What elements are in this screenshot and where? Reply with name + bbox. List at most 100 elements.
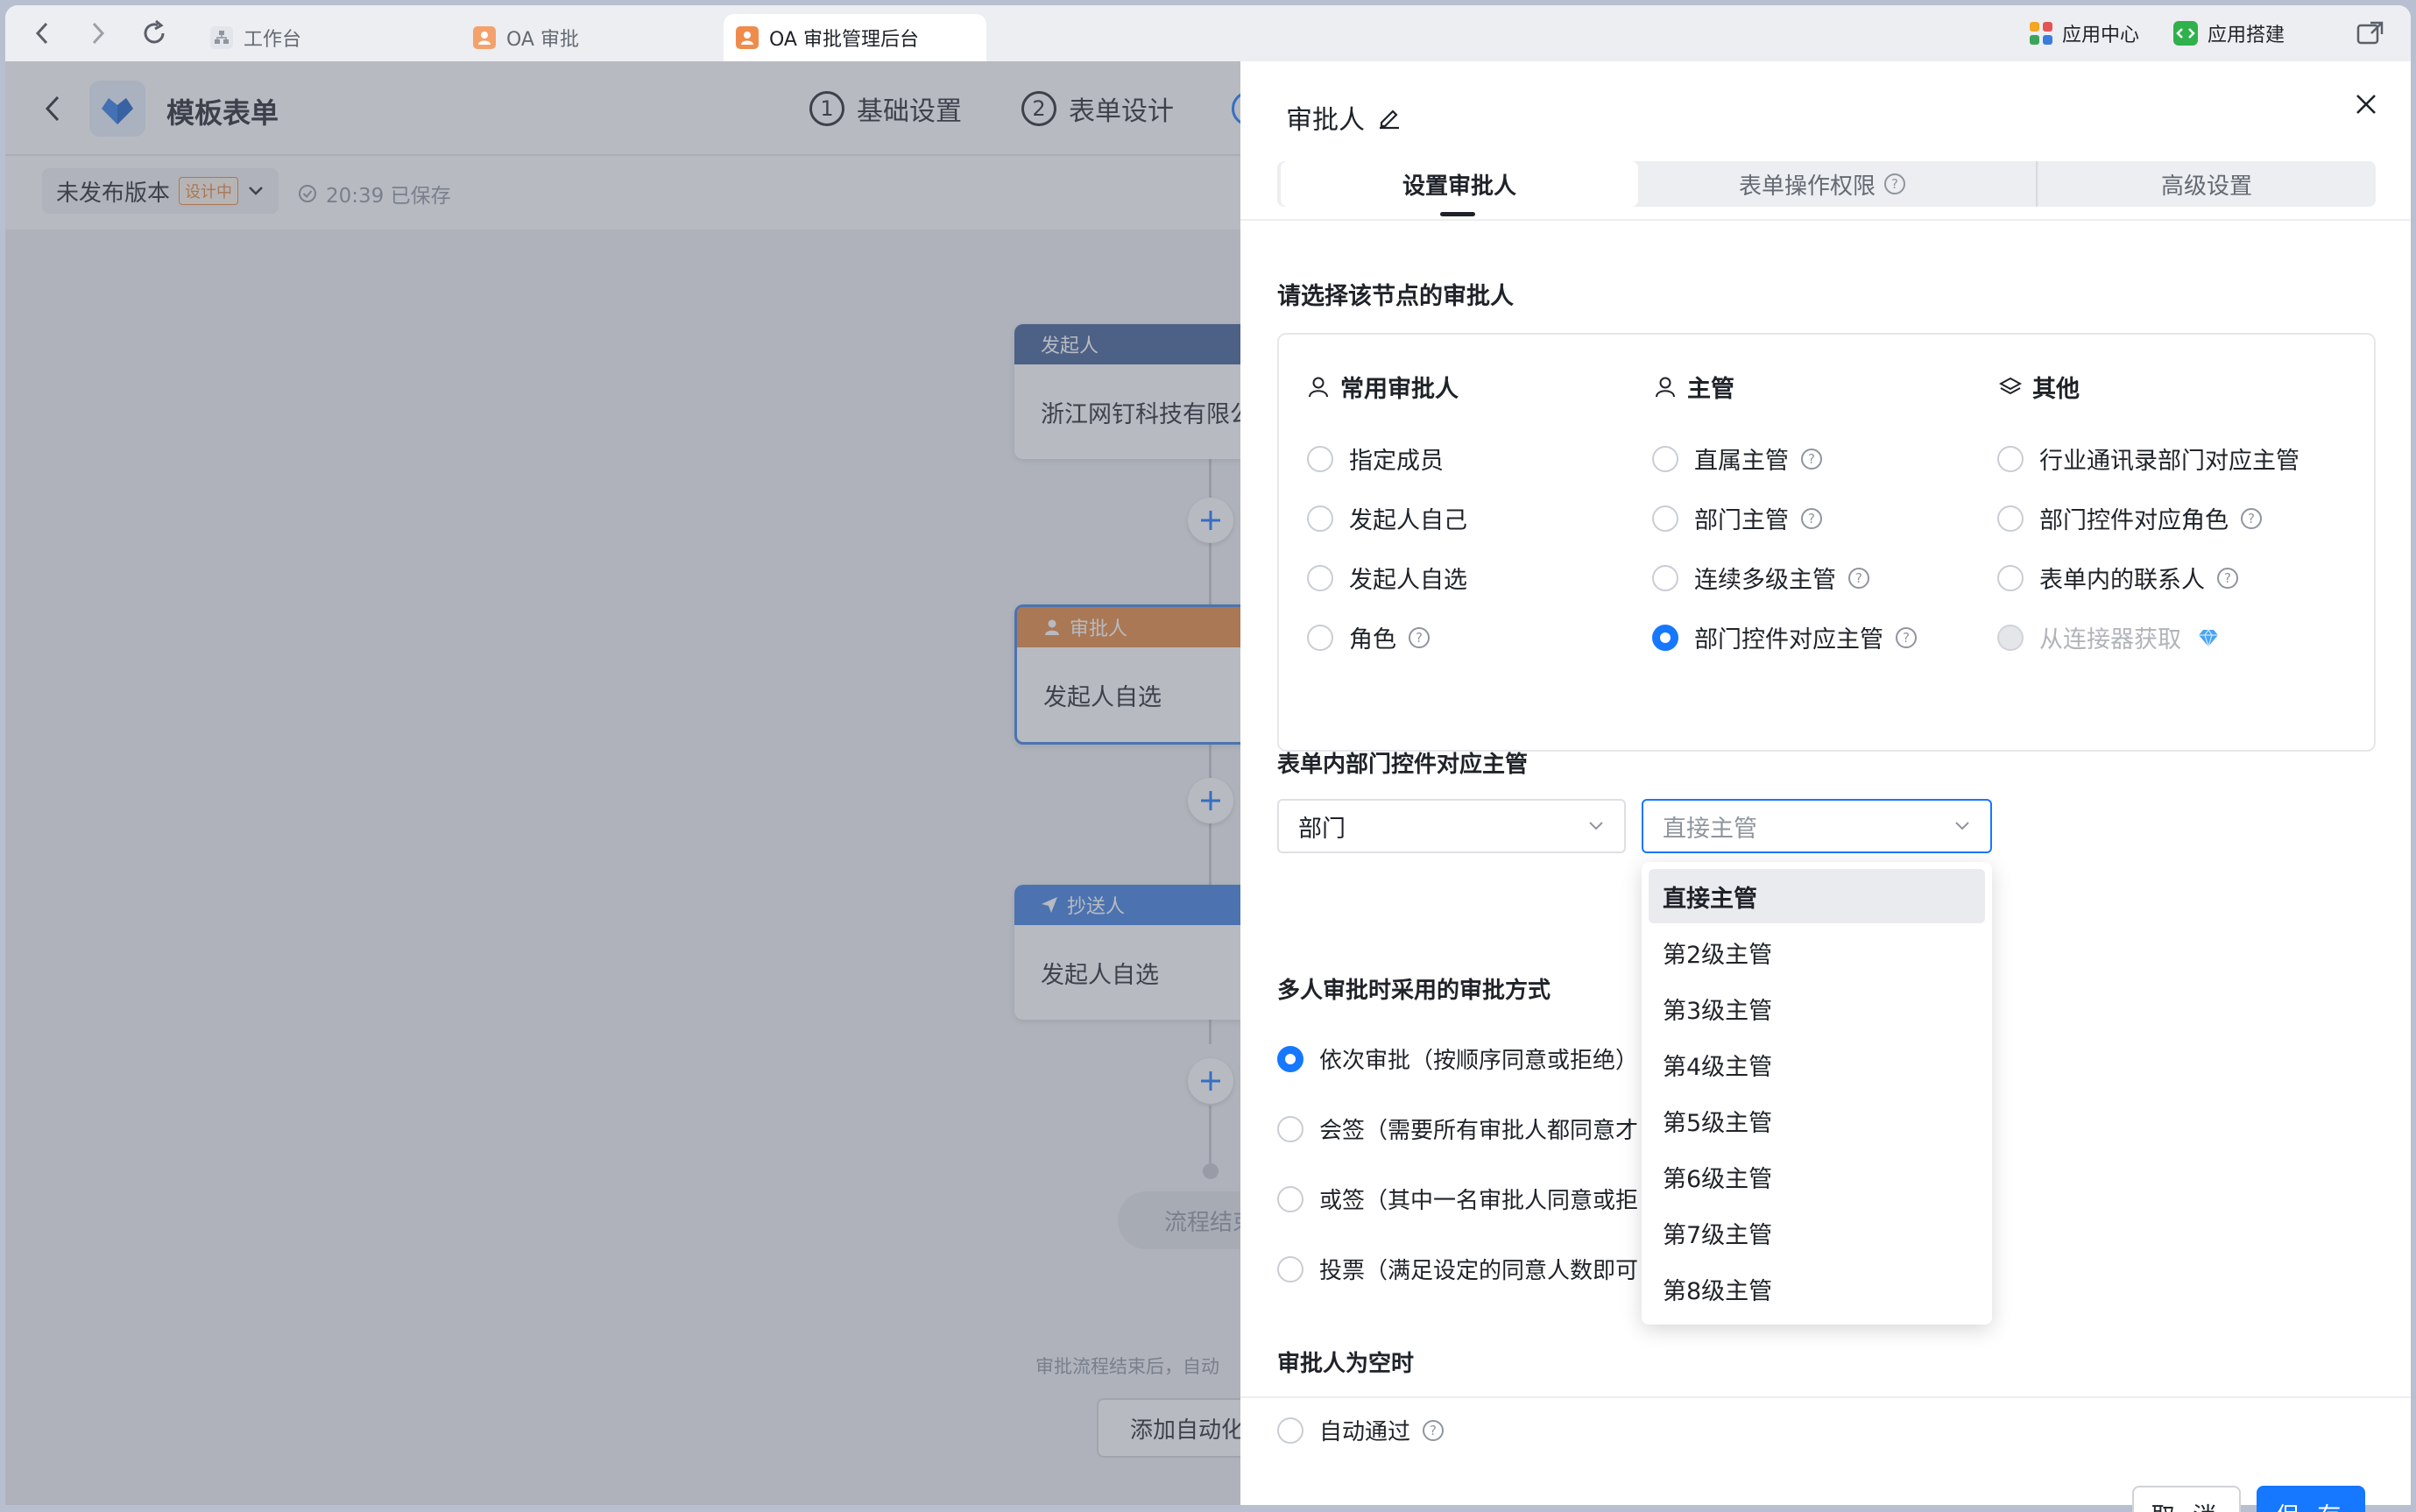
help-icon[interactable]: ? bbox=[1884, 173, 1905, 194]
help-icon[interactable]: ? bbox=[1848, 567, 1869, 589]
forward-arrow-icon[interactable] bbox=[82, 18, 114, 49]
radio-circle[interactable] bbox=[1307, 564, 1333, 591]
radio-circle[interactable] bbox=[1652, 445, 1678, 472]
person-icon bbox=[1307, 376, 1330, 399]
cancel-button[interactable]: 取 消 bbox=[2132, 1486, 2241, 1512]
diamond-icon bbox=[2197, 628, 2220, 647]
tab-oa-approval[interactable]: OA 审批 bbox=[461, 14, 724, 61]
person-icon bbox=[736, 26, 759, 49]
tab-form-permissions[interactable]: 表单操作权限 ? bbox=[1638, 161, 2006, 207]
column-managers: 主管 bbox=[1654, 370, 1734, 404]
divider bbox=[1240, 219, 2411, 221]
tab-set-approver[interactable]: 设置审批人 bbox=[1281, 161, 1638, 207]
help-icon[interactable]: ? bbox=[1801, 448, 1822, 470]
manager-level-select[interactable]: 直接主管 bbox=[1642, 799, 1992, 853]
radio-label: 依次审批（按顺序同意或拒绝） bbox=[1319, 1048, 1639, 1074]
section-title: 审批人为空时 bbox=[1277, 1351, 1415, 1377]
column-title: 其他 bbox=[2032, 376, 2080, 403]
radio-dept-control-role[interactable]: 部门控件对应角色? bbox=[1997, 501, 2262, 535]
radio-label: 会签（需要所有审批人都同意才 bbox=[1319, 1118, 1639, 1144]
radio-countersign[interactable]: 会签（需要所有审批人都同意才 bbox=[1277, 1113, 1638, 1145]
column-title: 常用审批人 bbox=[1340, 376, 1459, 403]
radio-multi-level-manager[interactable]: 连续多级主管? bbox=[1652, 561, 1869, 595]
radio-vote[interactable]: 投票（满足设定的同意人数即可 bbox=[1277, 1253, 1638, 1285]
radio-form-contact[interactable]: 表单内的联系人? bbox=[1997, 561, 2238, 595]
radio-circle[interactable] bbox=[1997, 564, 2024, 591]
tab-label: OA 审批管理后台 bbox=[769, 29, 919, 51]
radio-circle-selected[interactable] bbox=[1652, 624, 1678, 651]
dropdown-option-level7[interactable]: 第7级主管 bbox=[1649, 1205, 1985, 1260]
radio-industry-dept-manager[interactable]: 行业通讯录部门对应主管 bbox=[1997, 442, 2299, 476]
help-icon[interactable]: ? bbox=[1801, 507, 1822, 529]
radio-role[interactable]: 角色? bbox=[1307, 620, 1430, 654]
dropdown-option-level4[interactable]: 第4级主管 bbox=[1649, 1037, 1985, 1092]
dropdown-option-level8[interactable]: 第8级主管 bbox=[1649, 1261, 1985, 1316]
dropdown-option-direct[interactable]: 直接主管 bbox=[1649, 869, 1985, 923]
radio-specified-member[interactable]: 指定成员 bbox=[1307, 442, 1444, 476]
help-icon[interactable]: ? bbox=[1896, 626, 1917, 648]
section-title: 多人审批时采用的审批方式 bbox=[1277, 978, 1551, 1004]
radio-label: 部门控件对应主管 bbox=[1694, 626, 1883, 654]
back-arrow-icon[interactable] bbox=[26, 18, 58, 49]
tab-label: OA 审批 bbox=[506, 29, 579, 51]
tab-oa-admin[interactable]: OA 审批管理后台 bbox=[724, 14, 986, 61]
radio-circle[interactable] bbox=[1652, 564, 1678, 591]
radio-circle[interactable] bbox=[1277, 1115, 1303, 1142]
reload-icon[interactable] bbox=[138, 18, 170, 49]
save-button[interactable]: 保 存 bbox=[2257, 1486, 2365, 1512]
drawer-title-row: 审批人 bbox=[1286, 98, 1402, 137]
radio-circle[interactable] bbox=[1277, 1185, 1303, 1212]
radio-label: 指定成员 bbox=[1349, 448, 1444, 475]
radio-circle[interactable] bbox=[1277, 1417, 1303, 1444]
radio-circle-selected[interactable] bbox=[1277, 1045, 1303, 1072]
radio-sequential[interactable]: 依次审批（按顺序同意或拒绝） bbox=[1277, 1042, 1638, 1075]
drawer-title: 审批人 bbox=[1286, 105, 1365, 136]
radio-circle[interactable] bbox=[1997, 505, 2024, 532]
modal-overlay[interactable] bbox=[5, 61, 1240, 1505]
help-icon[interactable]: ? bbox=[2241, 507, 2262, 529]
radio-label: 连续多级主管 bbox=[1694, 567, 1836, 594]
external-window-icon[interactable] bbox=[2356, 18, 2384, 49]
radio-direct-manager[interactable]: 直属主管? bbox=[1652, 442, 1822, 476]
radio-circle[interactable] bbox=[1307, 445, 1333, 472]
radio-circle[interactable] bbox=[1652, 505, 1678, 532]
radio-auto-pass-visible[interactable]: 自动通过? bbox=[1277, 1414, 1445, 1446]
help-icon[interactable]: ? bbox=[2217, 567, 2238, 589]
tab-workbench[interactable]: 工作台 bbox=[198, 14, 461, 61]
browser-tab-bar: 工作台 OA 审批 OA 审批管理后台 应用中心 应用搭建 bbox=[5, 5, 2411, 61]
radio-label: 直属主管 bbox=[1694, 448, 1789, 475]
radio-or-sign[interactable]: 或签（其中一名审批人同意或拒 bbox=[1277, 1183, 1638, 1215]
radio-circle[interactable] bbox=[1277, 1255, 1303, 1282]
dropdown-option-level2[interactable]: 第2级主管 bbox=[1649, 925, 1985, 979]
radio-circle[interactable] bbox=[1307, 505, 1333, 532]
section-title: 请选择该节点的审批人 bbox=[1277, 283, 1514, 310]
dept-field-select[interactable]: 部门 bbox=[1277, 799, 1626, 853]
radio-label: 自动通过 bbox=[1319, 1419, 1411, 1445]
app-center-label: 应用中心 bbox=[2062, 25, 2140, 46]
edit-pencil-icon[interactable] bbox=[1377, 105, 1402, 130]
tab-advanced[interactable]: 高级设置 bbox=[2036, 161, 2376, 207]
radio-label: 部门主管 bbox=[1694, 507, 1789, 534]
dropdown-option-level3[interactable]: 第3级主管 bbox=[1649, 981, 1985, 1035]
dropdown-option-level6[interactable]: 第6级主管 bbox=[1649, 1149, 1985, 1204]
app-center-link[interactable]: 应用中心 bbox=[2029, 18, 2139, 49]
person-icon bbox=[1654, 376, 1677, 399]
radio-circle[interactable] bbox=[1997, 445, 2024, 472]
app-grid-icon bbox=[2029, 21, 2053, 46]
radio-initiator-self[interactable]: 发起人自己 bbox=[1307, 501, 1467, 535]
manager-level-dropdown: 直接主管 第2级主管 第3级主管 第4级主管 第5级主管 第6级主管 第7级主管… bbox=[1642, 862, 1992, 1325]
dropdown-option-level5[interactable]: 第5级主管 bbox=[1649, 1093, 1985, 1148]
chevron-down-icon bbox=[1587, 821, 1605, 831]
radio-dept-control-manager[interactable]: 部门控件对应主管? bbox=[1652, 620, 1917, 654]
column-other: 其他 bbox=[1999, 370, 2080, 404]
radio-circle[interactable] bbox=[1307, 624, 1333, 651]
close-icon[interactable] bbox=[2353, 91, 2379, 117]
help-icon[interactable]: ? bbox=[1423, 1419, 1445, 1441]
help-icon[interactable]: ? bbox=[1409, 626, 1430, 648]
radio-label: 部门控件对应角色 bbox=[2039, 507, 2229, 534]
select-placeholder: 直接主管 bbox=[1663, 815, 1757, 843]
radio-label: 发起人自己 bbox=[1349, 507, 1467, 534]
app-builder-link[interactable]: 应用搭建 bbox=[2172, 18, 2285, 49]
radio-initiator-choice[interactable]: 发起人自选 bbox=[1307, 561, 1467, 595]
radio-dept-manager[interactable]: 部门主管? bbox=[1652, 501, 1822, 535]
